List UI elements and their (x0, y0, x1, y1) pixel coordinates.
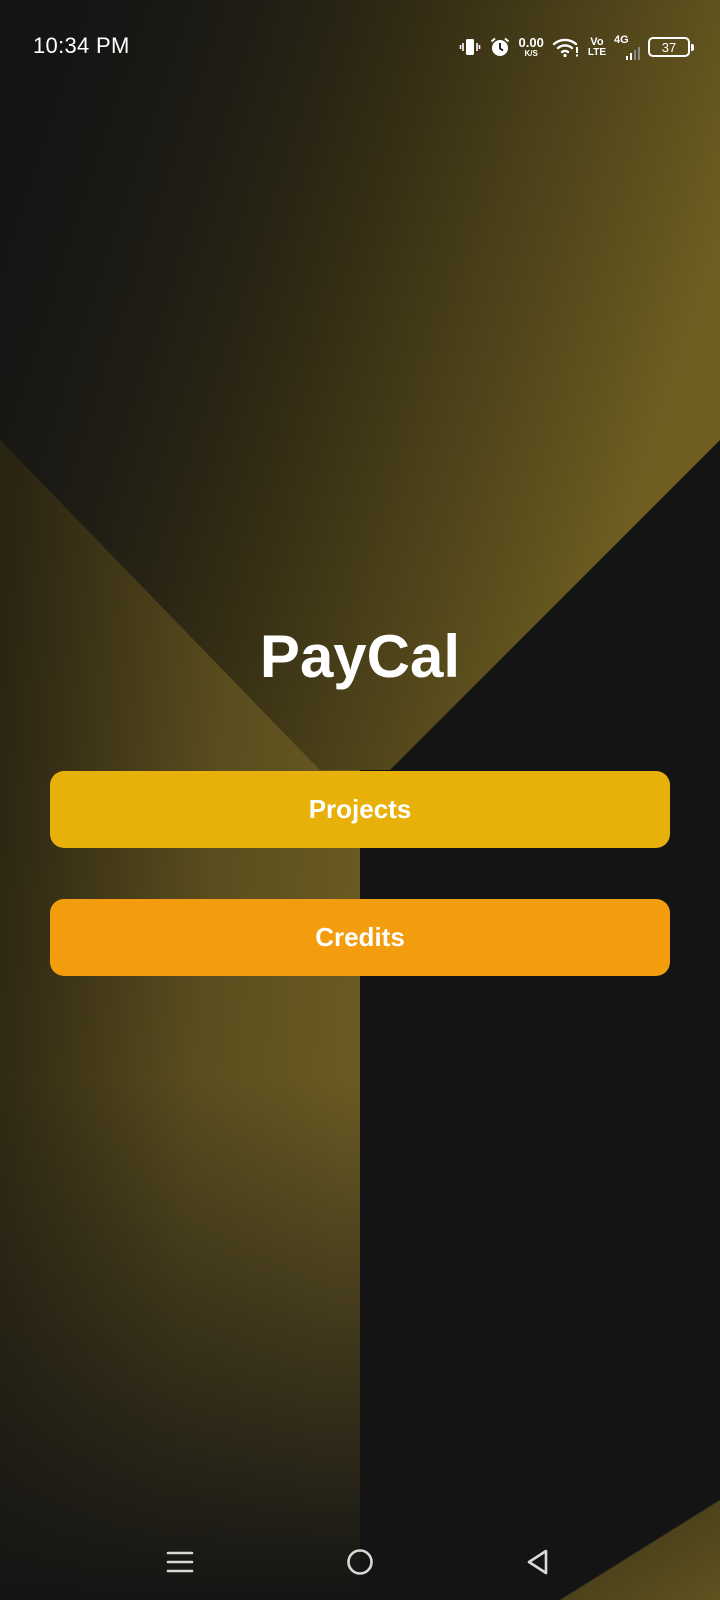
menu-icon (166, 1551, 194, 1573)
signal-indicator: 4G (614, 34, 640, 60)
navigation-bar (0, 1524, 720, 1600)
credits-button[interactable]: Credits (50, 899, 670, 976)
volte-bottom: LTE (587, 46, 606, 58)
status-icons: 0.00 K/S Vo LTE 4G 37 (459, 32, 694, 62)
vibrate-icon (459, 36, 481, 58)
network-type: 4G (614, 34, 629, 46)
battery-icon: 37 (648, 37, 694, 57)
status-time: 10:34 PM (33, 33, 130, 58)
volte-indicator: Vo LTE (587, 35, 606, 58)
network-speed-value: 0.00 (518, 35, 544, 50)
app-screen: 10:34 PM 0.00 K/S Vo LTE 4G 37 PayCal Pr… (0, 0, 720, 1600)
app-title: PayCal (259, 623, 461, 690)
volte-top: Vo (590, 35, 604, 48)
home-button[interactable] (330, 1524, 390, 1600)
wifi-icon (552, 36, 580, 58)
back-icon (527, 1549, 548, 1575)
signal-icon (626, 47, 640, 60)
network-speed-unit: K/S (524, 49, 538, 58)
status-bar: 10:34 PM 0.00 K/S Vo LTE 4G 37 (0, 0, 720, 96)
alarm-icon (489, 36, 511, 58)
network-speed: 0.00 K/S (519, 36, 544, 58)
home-icon (347, 1549, 373, 1575)
projects-button[interactable]: Projects (50, 771, 670, 848)
recent-apps-button[interactable] (150, 1524, 210, 1600)
battery-level: 37 (661, 39, 677, 55)
back-button[interactable] (508, 1524, 568, 1600)
